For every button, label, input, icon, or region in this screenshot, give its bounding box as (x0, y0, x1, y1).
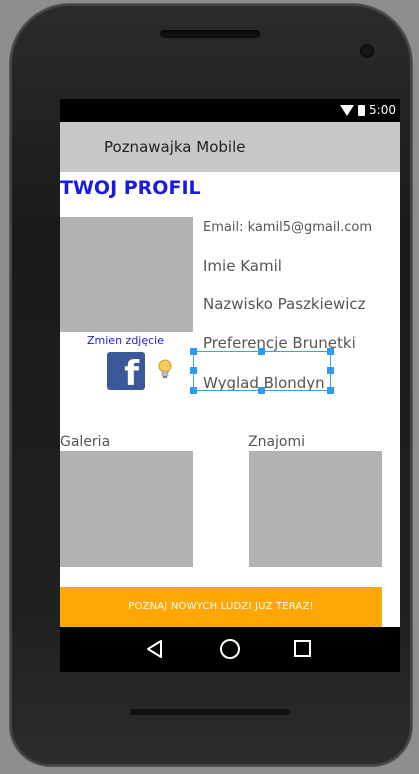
home-icon[interactable] (220, 639, 240, 659)
resize-handle[interactable] (258, 348, 265, 355)
status-bar: 5:00 (60, 99, 400, 122)
resize-handle[interactable] (327, 367, 334, 374)
email-text: Email: kamil5@gmail.com (203, 220, 373, 235)
meet-new-people-button[interactable]: POZNAJ NOWYCH LUDZI JUZ TERAZ! (60, 587, 382, 627)
resize-handle[interactable] (327, 387, 334, 394)
gallery-label: Galeria (60, 434, 111, 450)
selection-box[interactable] (190, 348, 334, 394)
resize-handle[interactable] (190, 348, 197, 355)
wifi-icon (340, 105, 355, 116)
gallery-thumbnail[interactable] (60, 451, 193, 567)
status-time: 5:00 (369, 103, 396, 117)
friends-label: Znajomi (248, 434, 306, 450)
facebook-icon[interactable]: f (107, 352, 145, 390)
resize-handle[interactable] (327, 348, 334, 355)
speaker-grill (160, 30, 260, 38)
recents-icon[interactable] (294, 640, 311, 657)
resize-handle[interactable] (258, 387, 265, 394)
phone-bottom-speaker (130, 709, 290, 715)
profile-photo[interactable] (60, 217, 193, 332)
change-photo-link[interactable]: Zmien zdjęcie (87, 334, 164, 347)
screen: 5:00 Poznawajka Mobile TWOJ PROFIL Email… (60, 99, 400, 672)
app-title: Poznawajka Mobile (104, 138, 246, 156)
last-name-text: Nazwisko Paszkiewicz (203, 295, 366, 313)
resize-handle[interactable] (190, 367, 197, 374)
app-bar: Poznawajka Mobile (60, 122, 400, 172)
resize-handle[interactable] (190, 387, 197, 394)
lightbulb-icon[interactable] (157, 358, 173, 380)
phone-frame: 5:00 Poznawajka Mobile TWOJ PROFIL Email… (10, 4, 412, 766)
back-icon[interactable] (145, 639, 165, 659)
page-title: TWOJ PROFIL (60, 177, 201, 199)
camera-icon (360, 44, 374, 58)
battery-icon (358, 104, 366, 116)
first-name-text: Imie Kamil (203, 257, 282, 275)
status-icons: 5:00 (340, 103, 396, 117)
navigation-bar (60, 627, 400, 672)
friends-thumbnail[interactable] (249, 451, 382, 567)
